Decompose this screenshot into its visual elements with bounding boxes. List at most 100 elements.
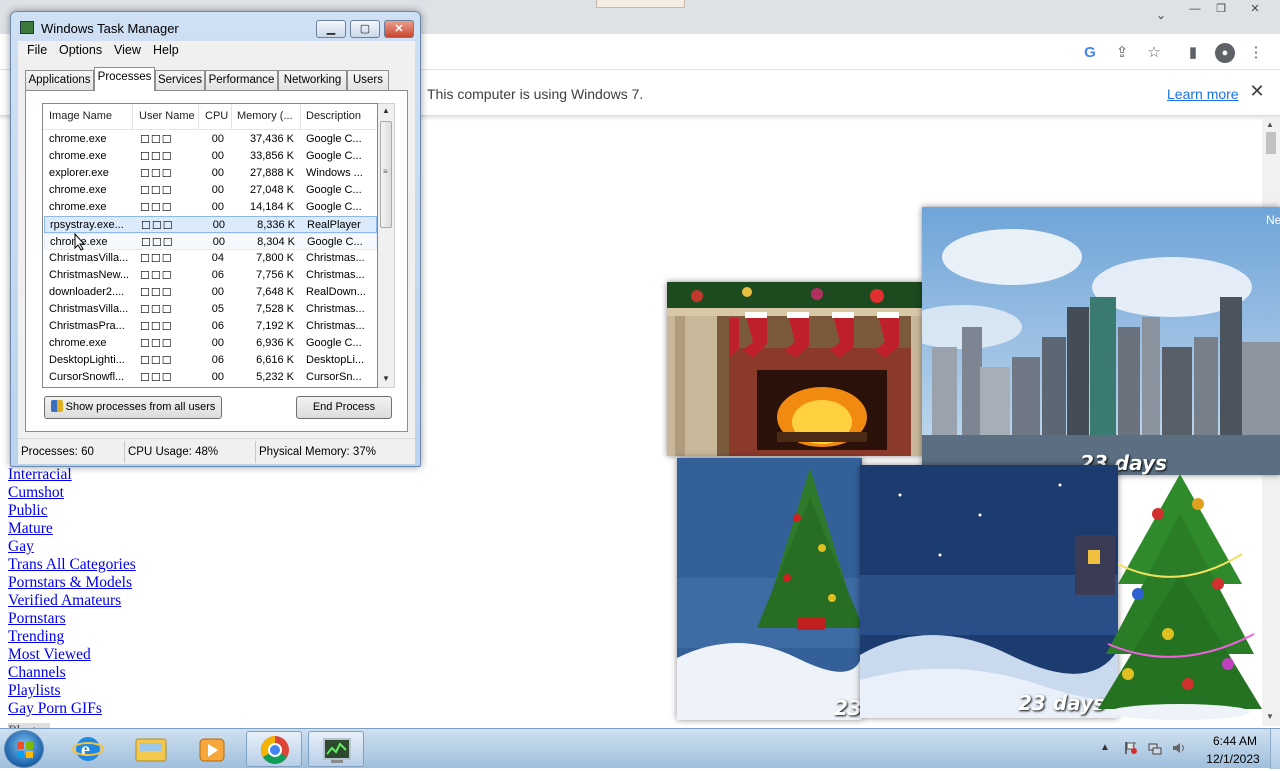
process-user-name: ☐☐☐ bbox=[140, 253, 173, 265]
end-process-button[interactable]: End Process bbox=[296, 396, 392, 419]
minimize-icon[interactable]: — bbox=[1184, 2, 1206, 16]
restore-icon[interactable]: ❐ bbox=[1210, 2, 1232, 16]
process-row[interactable]: ChristmasNew... ☐☐☐ 06 7,756 K Christmas... bbox=[44, 267, 377, 284]
show-hidden-icons-arrow-icon[interactable]: ▲ bbox=[1100, 742, 1110, 753]
process-row[interactable]: chrome.exe ☐☐☐ 00 37,436 K Google C... bbox=[44, 131, 377, 148]
menu-options[interactable]: Options bbox=[59, 43, 102, 57]
process-row[interactable]: chrome.exe ☐☐☐ 00 14,184 K Google C... bbox=[44, 199, 377, 216]
process-row[interactable]: chrome.exe ☐☐☐ 00 33,856 K Google C... bbox=[44, 148, 377, 165]
chrome-menu-icon[interactable]: ⋮ bbox=[1245, 42, 1267, 64]
clock-time[interactable]: 6:44 AM bbox=[1206, 734, 1264, 748]
tab-networking[interactable]: Networking bbox=[278, 70, 347, 90]
action-center-flag-icon[interactable] bbox=[1124, 741, 1138, 755]
process-row[interactable]: explorer.exe ☐☐☐ 00 27,888 K Windows ... bbox=[44, 165, 377, 182]
category-link[interactable]: Gay Porn GIFs bbox=[8, 700, 136, 718]
scroll-up-arrow-icon[interactable]: ▲ bbox=[1266, 120, 1274, 129]
close-window-icon[interactable]: ✕ bbox=[1244, 2, 1266, 16]
volume-icon[interactable] bbox=[1172, 741, 1186, 755]
process-row[interactable]: downloader2.... ☐☐☐ 00 7,648 K RealDown... bbox=[44, 284, 377, 301]
process-memory: 7,528 K bbox=[256, 303, 294, 315]
category-link[interactable]: Trending bbox=[8, 628, 136, 646]
fireplace-gadget[interactable] bbox=[667, 282, 923, 456]
category-link[interactable]: Channels bbox=[8, 664, 136, 682]
windows-logo-icon bbox=[17, 742, 33, 758]
process-row[interactable]: chrome.exe ☐☐☐ 00 8,304 K Google C... bbox=[44, 233, 377, 250]
scroll-down-arrow-icon[interactable]: ▼ bbox=[1266, 712, 1274, 721]
column-cpu[interactable]: CPU bbox=[205, 110, 228, 122]
show-all-processes-button[interactable]: Show processes from all users bbox=[44, 396, 222, 419]
category-link[interactable]: Cumshot bbox=[8, 484, 136, 502]
menu-view[interactable]: View bbox=[114, 43, 141, 57]
category-link[interactable]: Pornstars bbox=[8, 610, 136, 628]
profile-avatar-icon[interactable]: ● bbox=[1215, 43, 1235, 63]
taskbar-media-player[interactable] bbox=[184, 731, 240, 767]
network-icon[interactable] bbox=[1148, 741, 1162, 755]
taskbar-chrome[interactable] bbox=[246, 731, 302, 767]
infobar-close-icon[interactable]: ✕ bbox=[1248, 82, 1266, 100]
column-divider[interactable] bbox=[132, 104, 133, 130]
process-row[interactable]: ChristmasPra... ☐☐☐ 06 7,192 K Christmas... bbox=[44, 318, 377, 335]
process-image-name: ChristmasPra... bbox=[49, 320, 125, 332]
category-link[interactable]: Pornstars & Models bbox=[8, 574, 136, 592]
bookmark-star-icon[interactable]: ☆ bbox=[1143, 42, 1165, 64]
side-panel-icon[interactable]: ▮ bbox=[1182, 42, 1204, 64]
browser-tab[interactable] bbox=[596, 0, 685, 8]
google-lens-icon[interactable]: G bbox=[1079, 42, 1101, 64]
process-row[interactable]: CursorSnowfl... ☐☐☐ 00 5,232 K CursorSn... bbox=[44, 369, 377, 386]
taskbar-windows-explorer[interactable] bbox=[122, 731, 178, 767]
process-row[interactable]: ChristmasVilla... ☐☐☐ 05 7,528 K Christmas..… bbox=[44, 301, 377, 318]
scroll-thumb[interactable] bbox=[1266, 132, 1276, 154]
category-link[interactable]: Mature bbox=[8, 520, 136, 538]
process-description: Google C... bbox=[306, 184, 362, 196]
christmas-village-countdown-gadget[interactable]: 23 days bbox=[860, 465, 1118, 718]
process-row[interactable]: ChristmasVilla... ☐☐☐ 04 7,800 K Christmas..… bbox=[44, 250, 377, 267]
show-desktop-button[interactable] bbox=[1270, 729, 1280, 769]
category-link[interactable]: Most Viewed bbox=[8, 646, 136, 664]
column-divider[interactable] bbox=[198, 104, 199, 130]
scroll-down-arrow-icon[interactable]: ▼ bbox=[382, 374, 390, 383]
category-link[interactable]: Playlists bbox=[8, 682, 136, 700]
column-description[interactable]: Description bbox=[306, 110, 361, 122]
category-link[interactable]: Public bbox=[8, 502, 136, 520]
learn-more-link[interactable]: Learn more bbox=[1167, 86, 1239, 102]
category-link[interactable]: Gay bbox=[8, 538, 136, 556]
scroll-thumb[interactable]: ≡ bbox=[380, 121, 392, 228]
category-link[interactable]: Interracial bbox=[8, 466, 136, 484]
process-row[interactable]: chrome.exe ☐☐☐ 00 6,936 K Google C... bbox=[44, 335, 377, 352]
column-user-name[interactable]: User Name bbox=[139, 110, 195, 122]
taskbar-internet-explorer[interactable]: e bbox=[60, 731, 116, 767]
task-manager-window[interactable]: Windows Task Manager ▁ ▢ ✕ File Options … bbox=[10, 11, 421, 467]
minimize-button[interactable]: ▁ bbox=[316, 20, 346, 38]
process-row[interactable]: chrome.exe ☐☐☐ 00 27,048 K Google C... bbox=[44, 182, 377, 199]
column-divider[interactable] bbox=[300, 104, 301, 130]
tree-days-countdown: 23 bbox=[834, 696, 862, 720]
process-row[interactable]: rpsystray.exe... ☐☐☐ 00 8,336 K RealPlayer bbox=[44, 216, 377, 233]
share-icon[interactable]: ⇪ bbox=[1111, 42, 1133, 64]
decorated-tree-gadget[interactable] bbox=[1098, 474, 1262, 720]
process-list-scrollbar[interactable]: ▲ ≡ ▼ bbox=[378, 103, 395, 388]
tab-services[interactable]: Services bbox=[155, 70, 205, 90]
menu-help[interactable]: Help bbox=[153, 43, 179, 57]
tab-applications[interactable]: Applications bbox=[25, 70, 94, 90]
christmas-tree-countdown-gadget[interactable]: 23 bbox=[677, 458, 862, 720]
column-image-name[interactable]: Image Name bbox=[49, 110, 112, 122]
process-image-name: CursorSnowfl... bbox=[49, 371, 125, 383]
new-york-countdown-gadget[interactable]: 23 days Ne bbox=[922, 207, 1280, 475]
process-row[interactable]: DesktopLighti... ☐☐☐ 06 6,616 K DesktopLi... bbox=[44, 352, 377, 369]
category-link[interactable]: Verified Amateurs bbox=[8, 592, 136, 610]
column-memory[interactable]: Memory (... bbox=[237, 110, 293, 122]
taskbar-task-manager[interactable] bbox=[308, 731, 364, 767]
tab-users[interactable]: Users bbox=[347, 70, 389, 90]
tab-performance[interactable]: Performance bbox=[205, 70, 278, 90]
tab-processes[interactable]: Processes bbox=[94, 67, 155, 91]
clock-date[interactable]: 12/1/2023 bbox=[1204, 752, 1262, 766]
scroll-up-arrow-icon[interactable]: ▲ bbox=[382, 106, 390, 115]
maximize-button[interactable]: ▢ bbox=[350, 20, 380, 38]
tab-search-chevron-icon[interactable]: ⌄ bbox=[1152, 8, 1170, 24]
process-list[interactable]: Image Name User Name CPU Memory (... Des… bbox=[42, 103, 378, 388]
category-link[interactable]: Trans All Categories bbox=[8, 556, 136, 574]
close-button[interactable]: ✕ bbox=[384, 20, 414, 38]
start-button[interactable] bbox=[4, 730, 44, 768]
column-divider[interactable] bbox=[231, 104, 232, 130]
menu-file[interactable]: File bbox=[27, 43, 47, 57]
